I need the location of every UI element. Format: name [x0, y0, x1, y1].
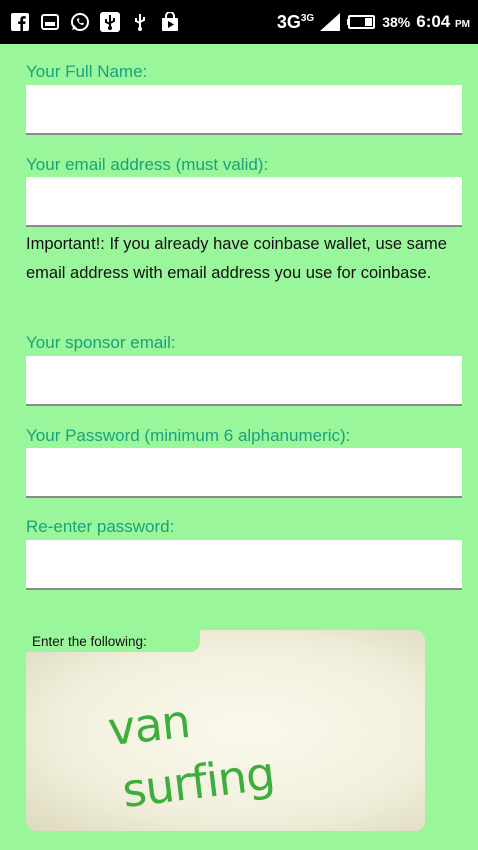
captcha-word-1: van: [105, 693, 193, 757]
sponsor-email-input[interactable]: [26, 356, 462, 406]
email-label: Your email address (must valid):: [26, 155, 269, 174]
whatsapp-icon: [70, 12, 90, 32]
battery-percent: 38%: [382, 14, 411, 30]
captcha-word-2: surfing: [119, 745, 278, 819]
gallery-icon: [40, 12, 60, 32]
battery-icon: [346, 12, 376, 32]
usb-icon: [100, 12, 120, 32]
clock: 6:04 PM: [416, 12, 470, 31]
facebook-icon: [10, 12, 30, 32]
captcha-title: Enter the following:: [26, 630, 200, 652]
important-note: Important!: If you already have coinbase…: [26, 235, 447, 282]
full-name-input[interactable]: [26, 85, 462, 135]
captcha-box: Enter the following: van surfing: [26, 630, 425, 831]
network-type: 3G3G: [276, 11, 315, 32]
usb-icon: [130, 12, 150, 32]
email-input[interactable]: [26, 177, 462, 227]
full-name-label: Your Full Name:: [26, 62, 148, 81]
play-store-icon: [160, 12, 180, 32]
password-label: Your Password (minimum 6 alphanumeric):: [26, 426, 351, 445]
password-input[interactable]: [26, 448, 462, 498]
sponsor-email-label: Your sponsor email:: [26, 333, 176, 352]
signal-icon: [320, 12, 341, 32]
reenter-password-input[interactable]: [26, 540, 462, 590]
status-bar: 3G3G 38% 6:04 PM: [0, 0, 478, 44]
reenter-password-label: Re-enter password:: [26, 517, 175, 536]
